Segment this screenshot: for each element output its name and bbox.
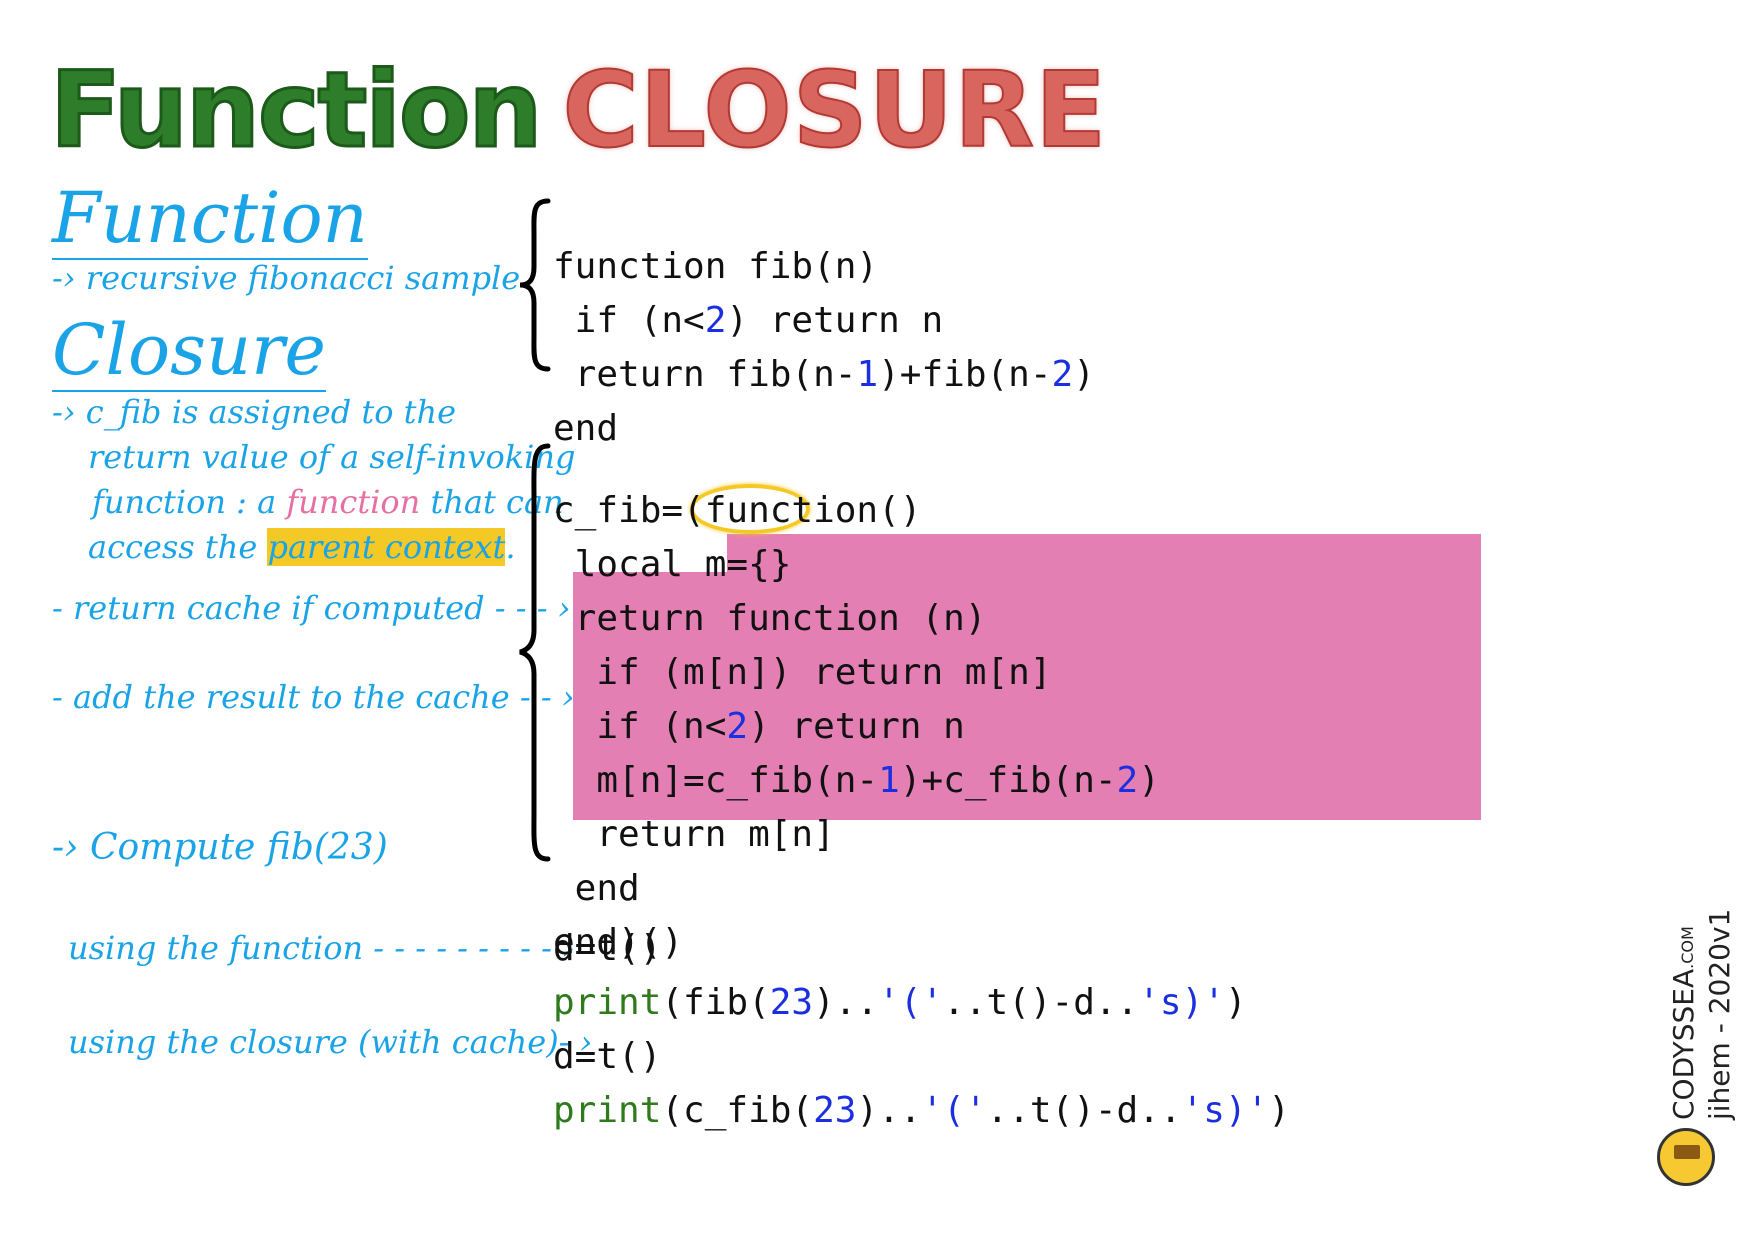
title-function: Function bbox=[48, 49, 543, 171]
code-line: return fib(n-1)+fib(n-2) bbox=[553, 354, 1095, 395]
function-heading: Function bbox=[52, 177, 368, 260]
code-line: return m[n] bbox=[553, 814, 835, 855]
parent-context-highlight: parent context bbox=[267, 528, 506, 566]
code-line: print(c_fib(23)..'('..t()-d..'s)') bbox=[553, 1090, 1290, 1131]
brand-tld: .COM bbox=[1678, 926, 1697, 969]
code-line: if (n<2) return n bbox=[553, 706, 965, 747]
code-line: if (n<2) return n bbox=[553, 300, 944, 341]
code-line: local m={} bbox=[553, 544, 792, 585]
code-line: if (m[n]) return m[n] bbox=[553, 652, 1052, 693]
code-line: function fib(n) bbox=[553, 246, 879, 287]
brace-fib bbox=[519, 198, 551, 372]
using-closure-note: using the closure (with cache)- › bbox=[68, 1023, 593, 1061]
signature: CODYSSEA.COM jihem - 2020v1 bbox=[1667, 908, 1736, 1120]
code-line: d=t() bbox=[553, 1036, 662, 1077]
closure-note-line2: return value of a self-invoking bbox=[88, 438, 576, 476]
codyssea-logo-icon bbox=[1657, 1128, 1715, 1186]
using-function-note: using the function - - - - - - - - - › bbox=[68, 929, 575, 967]
brand-name: CODYSSEA bbox=[1667, 968, 1700, 1120]
brace-closure bbox=[519, 443, 551, 862]
title-closure: CLOSURE bbox=[561, 49, 1108, 171]
function-note: -› recursive fibonacci sample bbox=[52, 259, 521, 297]
code-line: d=t() bbox=[553, 928, 662, 969]
closure-note-line1: -› c_fib is assigned to the bbox=[52, 393, 457, 431]
cache-note: - return cache if computed - - - › bbox=[52, 589, 571, 627]
run-code: d=t() print(fib(23)..'('..t()-d..'s)') d=t… bbox=[553, 868, 1290, 1192]
closure-note-line4: access the parent context. bbox=[88, 527, 516, 567]
closure-note-line3: function : a function that can bbox=[92, 482, 564, 522]
code-line: c_fib=(function() bbox=[553, 490, 922, 531]
code-line: return function (n) bbox=[553, 598, 987, 639]
closure-note-text: function : a bbox=[92, 483, 287, 521]
page-title: Function CLOSURE bbox=[48, 54, 1107, 167]
code-line: m[n]=c_fib(n-1)+c_fib(n-2) bbox=[553, 760, 1160, 801]
code-line: print(fib(23)..'('..t()-d..'s)') bbox=[553, 982, 1247, 1023]
closure-note-text: access the bbox=[88, 528, 268, 566]
function-word-pink: function bbox=[286, 483, 421, 521]
compute-note: -› Compute fib(23) bbox=[52, 827, 388, 868]
add-result-note: - add the result to the cache - - › bbox=[52, 678, 575, 716]
author-version: jihem - 2020v1 bbox=[1703, 908, 1736, 1120]
closure-heading: Closure bbox=[52, 309, 326, 392]
